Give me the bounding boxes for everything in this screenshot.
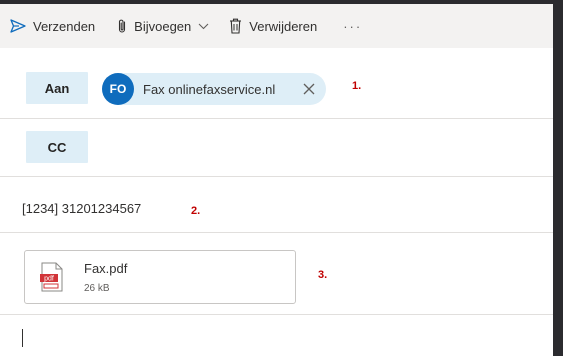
subject-field[interactable]: [1234] 31201234567 <box>22 201 141 216</box>
send-label: Verzenden <box>33 18 96 34</box>
compose-toolbar: Verzenden Bijvoegen Verwijderen ··· <box>0 4 553 48</box>
paperclip-icon <box>117 18 127 34</box>
text-cursor <box>22 329 23 347</box>
annotation-step-1: 1. <box>352 80 362 92</box>
send-button[interactable]: Verzenden <box>10 4 95 48</box>
annotation-step-3: 3. <box>318 269 328 281</box>
message-body[interactable] <box>0 315 553 356</box>
annotation-step-2: 2. <box>191 205 201 217</box>
more-options-button[interactable]: ··· <box>343 4 362 48</box>
avatar: FO <box>102 73 134 105</box>
subject-row[interactable]: [1234] 31201234567 2. <box>0 176 553 233</box>
close-icon[interactable] <box>302 82 316 96</box>
delete-button[interactable]: Verwijderen <box>229 4 317 48</box>
pdf-file-icon: pdf <box>39 262 65 297</box>
attachment-name: Fax.pdf <box>84 261 128 276</box>
attachments-row: pdf Fax.pdf 26 kB 3. <box>0 232 553 315</box>
attachment-size: 26 kB <box>84 283 110 294</box>
compose-window: Verzenden Bijvoegen Verwijderen ··· Aan … <box>0 4 553 356</box>
recipient-label: Fax onlinefaxservice.nl <box>143 81 276 97</box>
send-icon <box>10 19 26 33</box>
to-button[interactable]: Aan <box>26 72 88 104</box>
attach-button[interactable]: Bijvoegen <box>117 4 209 48</box>
trash-icon <box>229 18 242 34</box>
svg-text:pdf: pdf <box>44 276 54 283</box>
more-icon: ··· <box>343 18 363 34</box>
recipient-chip[interactable]: FO Fax onlinefaxservice.nl <box>102 73 326 105</box>
delete-label: Verwijderen <box>249 18 318 34</box>
attachment-card[interactable]: pdf Fax.pdf 26 kB <box>24 250 296 304</box>
chevron-down-icon[interactable] <box>198 23 209 30</box>
cc-row: CC <box>0 118 553 177</box>
cc-button[interactable]: CC <box>26 131 88 163</box>
attach-label: Bijvoegen <box>134 18 192 34</box>
to-row: Aan FO Fax onlinefaxservice.nl 1. <box>0 48 553 119</box>
